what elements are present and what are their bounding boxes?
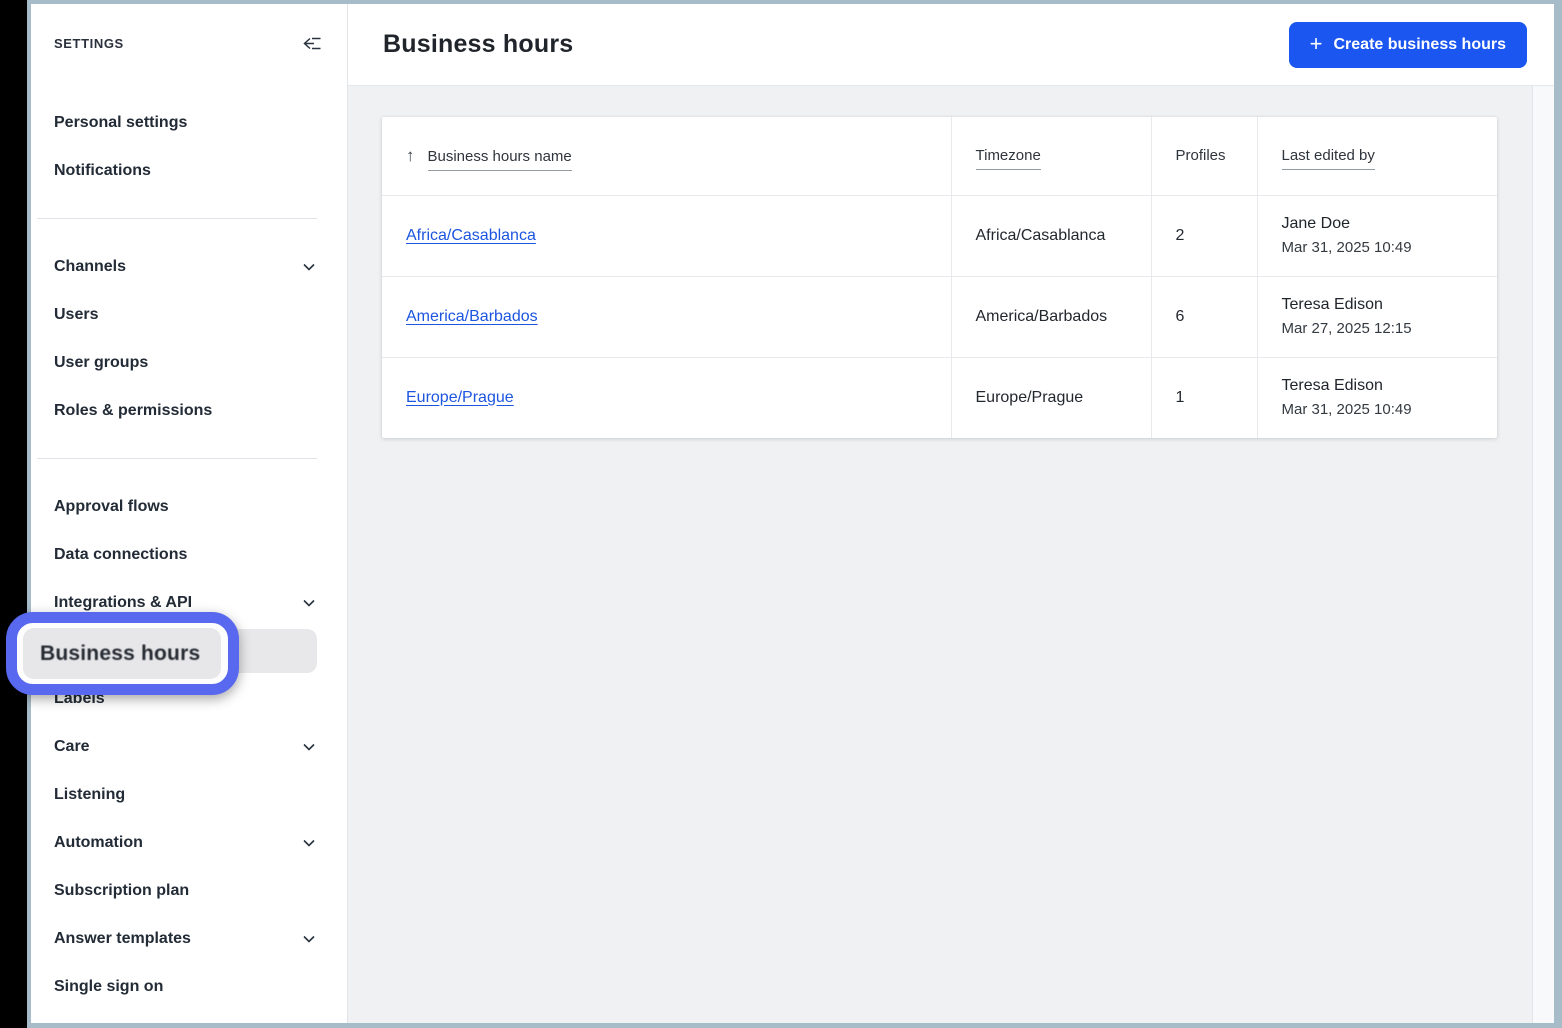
sidebar-item-single-sign-on[interactable]: Single sign on — [31, 963, 347, 1011]
column-header-business-hours-name[interactable]: ↑ Business hours name — [382, 117, 951, 195]
name-cell: Europe/Prague — [382, 357, 951, 438]
sidebar-item-answer-templates[interactable]: Answer templates — [31, 915, 347, 963]
editor-name: Teresa Edison — [1282, 377, 1478, 395]
sidebar-item-label: Single sign on — [54, 978, 163, 996]
sidebar-item-label: Channels — [54, 258, 126, 276]
app-frame: SETTINGS Personal settings Notifications — [27, 0, 1562, 1028]
sidebar-title: SETTINGS — [54, 36, 124, 51]
table-row: Europe/Prague Europe/Prague 1 Teresa Edi… — [382, 357, 1497, 438]
sidebar-item-data-connections[interactable]: Data connections — [31, 531, 347, 579]
business-hours-table-card: ↑ Business hours name Timezone Profiles L… — [382, 117, 1497, 438]
profiles-cell: 1 — [1151, 357, 1257, 438]
editor-name: Jane Doe — [1282, 215, 1478, 233]
annotation-label: Business hours — [40, 642, 200, 666]
editor-name: Teresa Edison — [1282, 296, 1478, 314]
business-hours-table: ↑ Business hours name Timezone Profiles L… — [382, 117, 1497, 438]
scrollbar-gutter[interactable] — [1532, 86, 1554, 1023]
business-hours-link[interactable]: Africa/Casablanca — [406, 227, 536, 244]
sidebar-item-label: Automation — [54, 834, 143, 852]
collapse-sidebar-icon — [301, 34, 323, 53]
collapse-sidebar-button[interactable] — [299, 32, 325, 55]
profiles-cell: 6 — [1151, 276, 1257, 357]
sidebar-item-subscription-plan[interactable]: Subscription plan — [31, 867, 347, 915]
name-cell: Africa/Casablanca — [382, 195, 951, 276]
sidebar-item-label: Integrations & API — [54, 594, 192, 612]
column-header-last-edited-by[interactable]: Last edited by — [1257, 117, 1497, 195]
last-edited-cell: Jane Doe Mar 31, 2025 10:49 — [1257, 195, 1497, 276]
column-header-profiles: Profiles — [1151, 117, 1257, 195]
page-title: Business hours — [383, 30, 573, 59]
content-area: ↑ Business hours name Timezone Profiles L… — [348, 86, 1554, 1023]
sidebar-item-label: Listening — [54, 786, 125, 804]
plus-icon: + — [1310, 33, 1323, 55]
business-hours-annotation-callout: Business hours — [6, 612, 239, 695]
sidebar-item-label: Answer templates — [54, 930, 191, 948]
column-label: Timezone — [976, 147, 1041, 170]
column-label: Last edited by — [1282, 147, 1375, 170]
annotation-pill: Business hours — [23, 628, 221, 679]
main-area: Business hours + Create business hours ↑… — [348, 4, 1554, 1023]
column-label: Profiles — [1176, 147, 1226, 164]
sidebar-item-label: Subscription plan — [54, 882, 189, 900]
sidebar-item-label: Roles & permissions — [54, 402, 212, 420]
sidebar-item-label: Care — [54, 738, 90, 756]
business-hours-link[interactable]: Europe/Prague — [406, 389, 514, 406]
sidebar-item-label: Users — [54, 306, 98, 324]
last-edited-cell: Teresa Edison Mar 27, 2025 12:15 — [1257, 276, 1497, 357]
sidebar-item-approval-flows[interactable]: Approval flows — [31, 483, 347, 531]
sidebar-divider — [37, 458, 317, 459]
edited-timestamp: Mar 27, 2025 12:15 — [1282, 320, 1478, 337]
sidebar-item-label: Notifications — [54, 162, 151, 180]
chevron-down-icon — [301, 259, 317, 275]
settings-sidebar: SETTINGS Personal settings Notifications — [31, 4, 348, 1023]
chevron-down-icon — [301, 931, 317, 947]
sidebar-header: SETTINGS — [31, 4, 347, 82]
sidebar-item-listening[interactable]: Listening — [31, 771, 347, 819]
edited-timestamp: Mar 31, 2025 10:49 — [1282, 401, 1478, 418]
edited-timestamp: Mar 31, 2025 10:49 — [1282, 239, 1478, 256]
name-cell: America/Barbados — [382, 276, 951, 357]
column-label: Business hours name — [428, 148, 572, 171]
sidebar-item-care[interactable]: Care — [31, 723, 347, 771]
sidebar-item-roles-permissions[interactable]: Roles & permissions — [31, 387, 347, 435]
timezone-cell: Africa/Casablanca — [951, 195, 1151, 276]
sort-ascending-icon: ↑ — [406, 146, 415, 166]
sidebar-item-user-groups[interactable]: User groups — [31, 339, 347, 387]
column-header-timezone[interactable]: Timezone — [951, 117, 1151, 195]
table-row: America/Barbados America/Barbados 6 Tere… — [382, 276, 1497, 357]
sidebar-item-users[interactable]: Users — [31, 291, 347, 339]
sidebar-item-automation[interactable]: Automation — [31, 819, 347, 867]
business-hours-link[interactable]: America/Barbados — [406, 308, 538, 325]
table-header-row: ↑ Business hours name Timezone Profiles L… — [382, 117, 1497, 195]
sidebar-nav: Personal settings Notifications Channels… — [31, 99, 347, 1011]
last-edited-cell: Teresa Edison Mar 31, 2025 10:49 — [1257, 357, 1497, 438]
sidebar-item-label: Data connections — [54, 546, 187, 564]
sidebar-item-personal-settings[interactable]: Personal settings — [31, 99, 347, 147]
timezone-cell: Europe/Prague — [951, 357, 1151, 438]
profiles-cell: 2 — [1151, 195, 1257, 276]
sidebar-item-label: Personal settings — [54, 114, 187, 132]
sidebar-item-channels[interactable]: Channels — [31, 243, 347, 291]
sidebar-item-notifications[interactable]: Notifications — [31, 147, 347, 195]
chevron-down-icon — [301, 835, 317, 851]
page-header: Business hours + Create business hours — [348, 4, 1554, 86]
timezone-cell: America/Barbados — [951, 276, 1151, 357]
chevron-down-icon — [301, 739, 317, 755]
sidebar-divider — [37, 218, 317, 219]
chevron-down-icon — [301, 595, 317, 611]
sidebar-item-label: User groups — [54, 354, 148, 372]
sidebar-item-label: Approval flows — [54, 498, 169, 516]
create-business-hours-button[interactable]: + Create business hours — [1289, 22, 1527, 68]
table-row: Africa/Casablanca Africa/Casablanca 2 Ja… — [382, 195, 1497, 276]
create-button-label: Create business hours — [1334, 36, 1507, 54]
